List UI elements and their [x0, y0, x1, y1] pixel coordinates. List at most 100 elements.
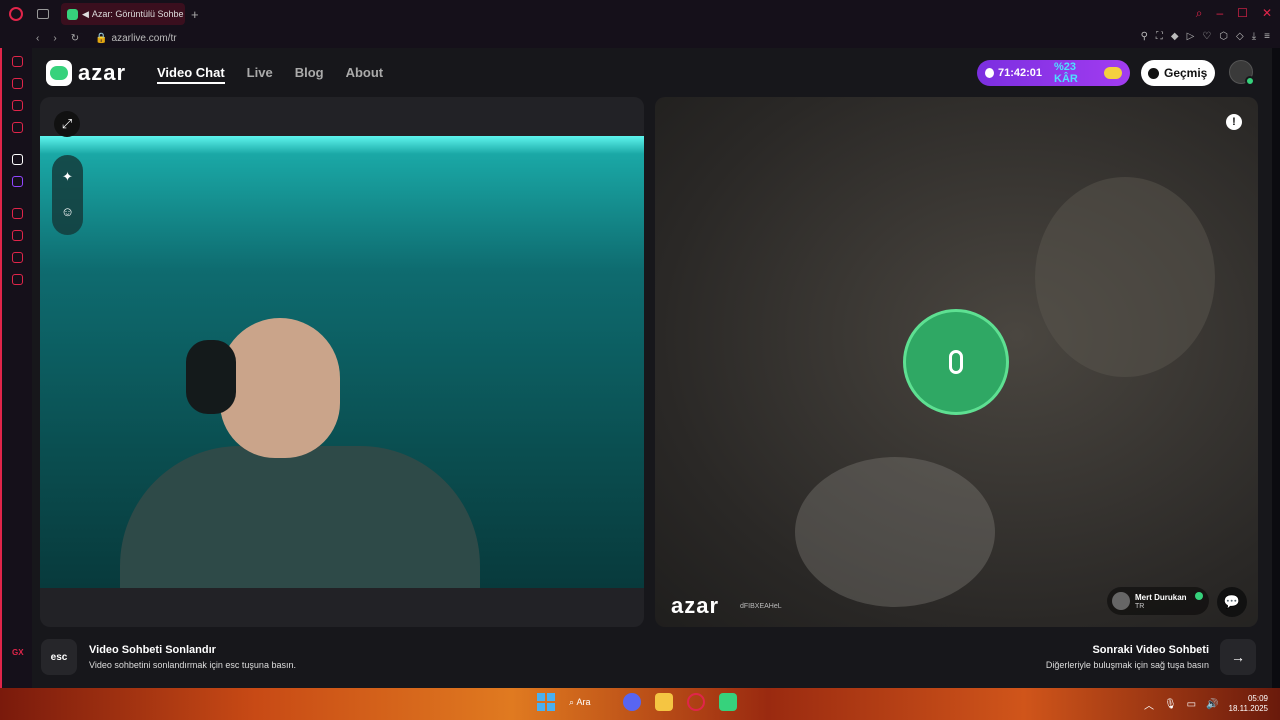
url-text: azarlive.com/tr [111, 32, 177, 44]
menu-icon[interactable]: ≡ [1264, 31, 1270, 42]
file-explorer-icon[interactable] [655, 693, 673, 711]
taskbar-apps: ⌕ Ara [537, 693, 737, 711]
azar-logo-icon [46, 60, 72, 86]
nav-live[interactable]: Live [247, 65, 273, 84]
next-arrow-button[interactable]: → [1220, 639, 1256, 675]
gx-icon[interactable]: GX [12, 648, 24, 657]
azar-app-icon[interactable] [719, 693, 737, 711]
opera-sidebar: GX [0, 48, 32, 688]
face-filter-icon[interactable]: ☺ [60, 204, 75, 219]
history-button[interactable]: Geçmiş [1141, 60, 1215, 86]
peer-name: Mert Durukan [1135, 593, 1187, 602]
sparkle-effects-icon[interactable]: ✦ [60, 169, 75, 184]
nav-buttons: ‹ › ↻ [36, 33, 79, 44]
watermark-id: dFIBXEAHeL [740, 603, 782, 610]
heart-icon[interactable]: ♡ [1202, 31, 1211, 42]
system-tray: ︿ 🎙 ▭ 🔊 05:09 18.11.2025 [1144, 694, 1268, 714]
sidebar-messenger-icon[interactable] [12, 100, 23, 111]
opera-gx-app-icon[interactable] [687, 693, 705, 711]
play-icon[interactable]: ▷ [1187, 31, 1195, 42]
url-field[interactable]: 🔒 azarlive.com/tr [95, 33, 176, 44]
sidebar-extensions-icon[interactable] [12, 252, 23, 263]
coins-icon [1104, 67, 1122, 79]
azar-favicon-icon [67, 8, 78, 20]
sidebar-history-icon[interactable] [12, 230, 23, 241]
opera-logo-icon[interactable] [9, 7, 23, 21]
peer-profile-chip[interactable]: Mert Durukan TR [1107, 587, 1209, 615]
volume-icon[interactable]: 🔊 [1206, 699, 1218, 710]
extensions-icon[interactable]: ⬡ [1219, 31, 1228, 42]
main-nav: Video Chat Live Blog About [157, 65, 383, 84]
taskbar-clock[interactable]: 05:09 18.11.2025 [1229, 694, 1268, 714]
network-icon[interactable]: ▭ [1187, 699, 1196, 710]
report-icon[interactable]: ! [1226, 114, 1242, 130]
peer-avatar [1112, 592, 1130, 610]
nav-blog[interactable]: Blog [295, 65, 324, 84]
reload-icon[interactable]: ↻ [71, 33, 79, 44]
self-camera-person [120, 306, 480, 588]
history-label: Geçmiş [1164, 66, 1208, 80]
download-icon[interactable]: ⤓ [1252, 31, 1256, 42]
blurred-background [1035, 177, 1215, 377]
pin-icon[interactable]: ⚲ [1141, 31, 1148, 42]
nav-video-chat[interactable]: Video Chat [157, 65, 225, 84]
forward-icon[interactable]: › [53, 33, 56, 44]
extension-icons: ⚲ ⛶ ◆ ▷ ♡ ⬡ ◇ ⤓ ≡ [1141, 31, 1270, 42]
close-icon[interactable]: ✕ [1262, 6, 1272, 21]
microphone-button[interactable] [903, 309, 1009, 415]
windows-taskbar: ⌕ Ara ︿ 🎙 ▭ 🔊 05:09 18.11.2025 [0, 688, 1280, 720]
end-chat-description: Video sohbetini sonlandırmak için esc tu… [89, 660, 296, 670]
video-tools-pill: ✦ ☺ [52, 155, 83, 235]
address-bar: ‹ › ↻ 🔒 azarlive.com/tr ⚲ ⛶ ◆ ▷ ♡ ⬡ ◇ ⤓ ≡ [0, 28, 1280, 48]
new-tab-icon[interactable]: + [191, 7, 199, 22]
wallet-icon[interactable]: ◇ [1236, 31, 1244, 42]
sidebar-twitch-icon[interactable] [12, 176, 23, 187]
sidebar-w-icon[interactable] [12, 122, 23, 133]
history-icon [1148, 67, 1159, 79]
promo-timer-badge[interactable]: 71:42:01 %23 KÂR [977, 60, 1130, 86]
browser-tab[interactable]: ◀ Azar: Görüntülü Sohbe [61, 3, 185, 25]
sidebar-shop-icon[interactable] [12, 78, 23, 89]
snapshot-icon[interactable]: ⛶ [1156, 31, 1163, 42]
peer-video-panel: ! azar dFIBXEAHeL Mert Durukan TR 💬 [655, 97, 1258, 627]
taskbar-search[interactable]: ⌕ Ara [569, 697, 609, 708]
azar-logo[interactable]: azar [46, 60, 126, 86]
microphone-icon [949, 350, 963, 374]
search-label: Ara [576, 697, 591, 707]
pocket-icon[interactable]: ◆ [1171, 31, 1179, 42]
discount-text: %23 KÂR [1054, 61, 1078, 85]
browser-tabbar: ◀ Azar: Görüntülü Sohbe + ⌕ – ☐ ✕ [0, 0, 1280, 28]
mic-tray-icon[interactable]: 🎙 [1164, 699, 1177, 710]
expand-icon[interactable]: ⤢ [54, 111, 80, 137]
tray-chevron-icon[interactable]: ︿ [1144, 697, 1154, 712]
speaker-icon[interactable]: ◀ [82, 9, 89, 20]
start-menu-icon[interactable] [537, 693, 555, 711]
online-status-icon [1245, 76, 1255, 86]
sidebar-speed-dial-icon[interactable] [12, 56, 23, 67]
verified-icon [1195, 592, 1203, 600]
discord-app-icon[interactable] [623, 693, 641, 711]
minimize-icon[interactable]: – [1216, 6, 1223, 21]
timer-text: 71:42:01 [997, 67, 1043, 79]
self-video-feed [40, 136, 644, 588]
sidebar-azar-icon[interactable] [12, 154, 23, 165]
tab-title: Azar: Görüntülü Sohbe [91, 9, 184, 19]
next-chat-title: Sonraki Video Sohbeti [1092, 644, 1209, 656]
chat-icon[interactable]: 💬 [1217, 587, 1247, 617]
sidebar-settings-icon[interactable] [12, 274, 23, 285]
clock-time: 05:09 [1247, 694, 1268, 703]
peer-country: TR [1135, 603, 1145, 610]
clock-icon [985, 68, 994, 78]
back-icon[interactable]: ‹ [36, 33, 39, 44]
tab-islands-icon[interactable] [37, 9, 49, 19]
next-chat-description: Diğerleriyle buluşmak için sağ tuşa bası… [1045, 660, 1209, 670]
maximize-icon[interactable]: ☐ [1237, 6, 1248, 21]
search-icon[interactable]: ⌕ [1196, 6, 1203, 21]
search-icon: ⌕ [569, 696, 577, 707]
nav-about[interactable]: About [346, 65, 384, 84]
blurred-background [795, 457, 995, 607]
profile-avatar[interactable] [1229, 60, 1255, 86]
esc-key-button[interactable]: esc [41, 639, 77, 675]
azar-watermark: azar [671, 593, 720, 618]
sidebar-player-icon[interactable] [12, 208, 23, 219]
